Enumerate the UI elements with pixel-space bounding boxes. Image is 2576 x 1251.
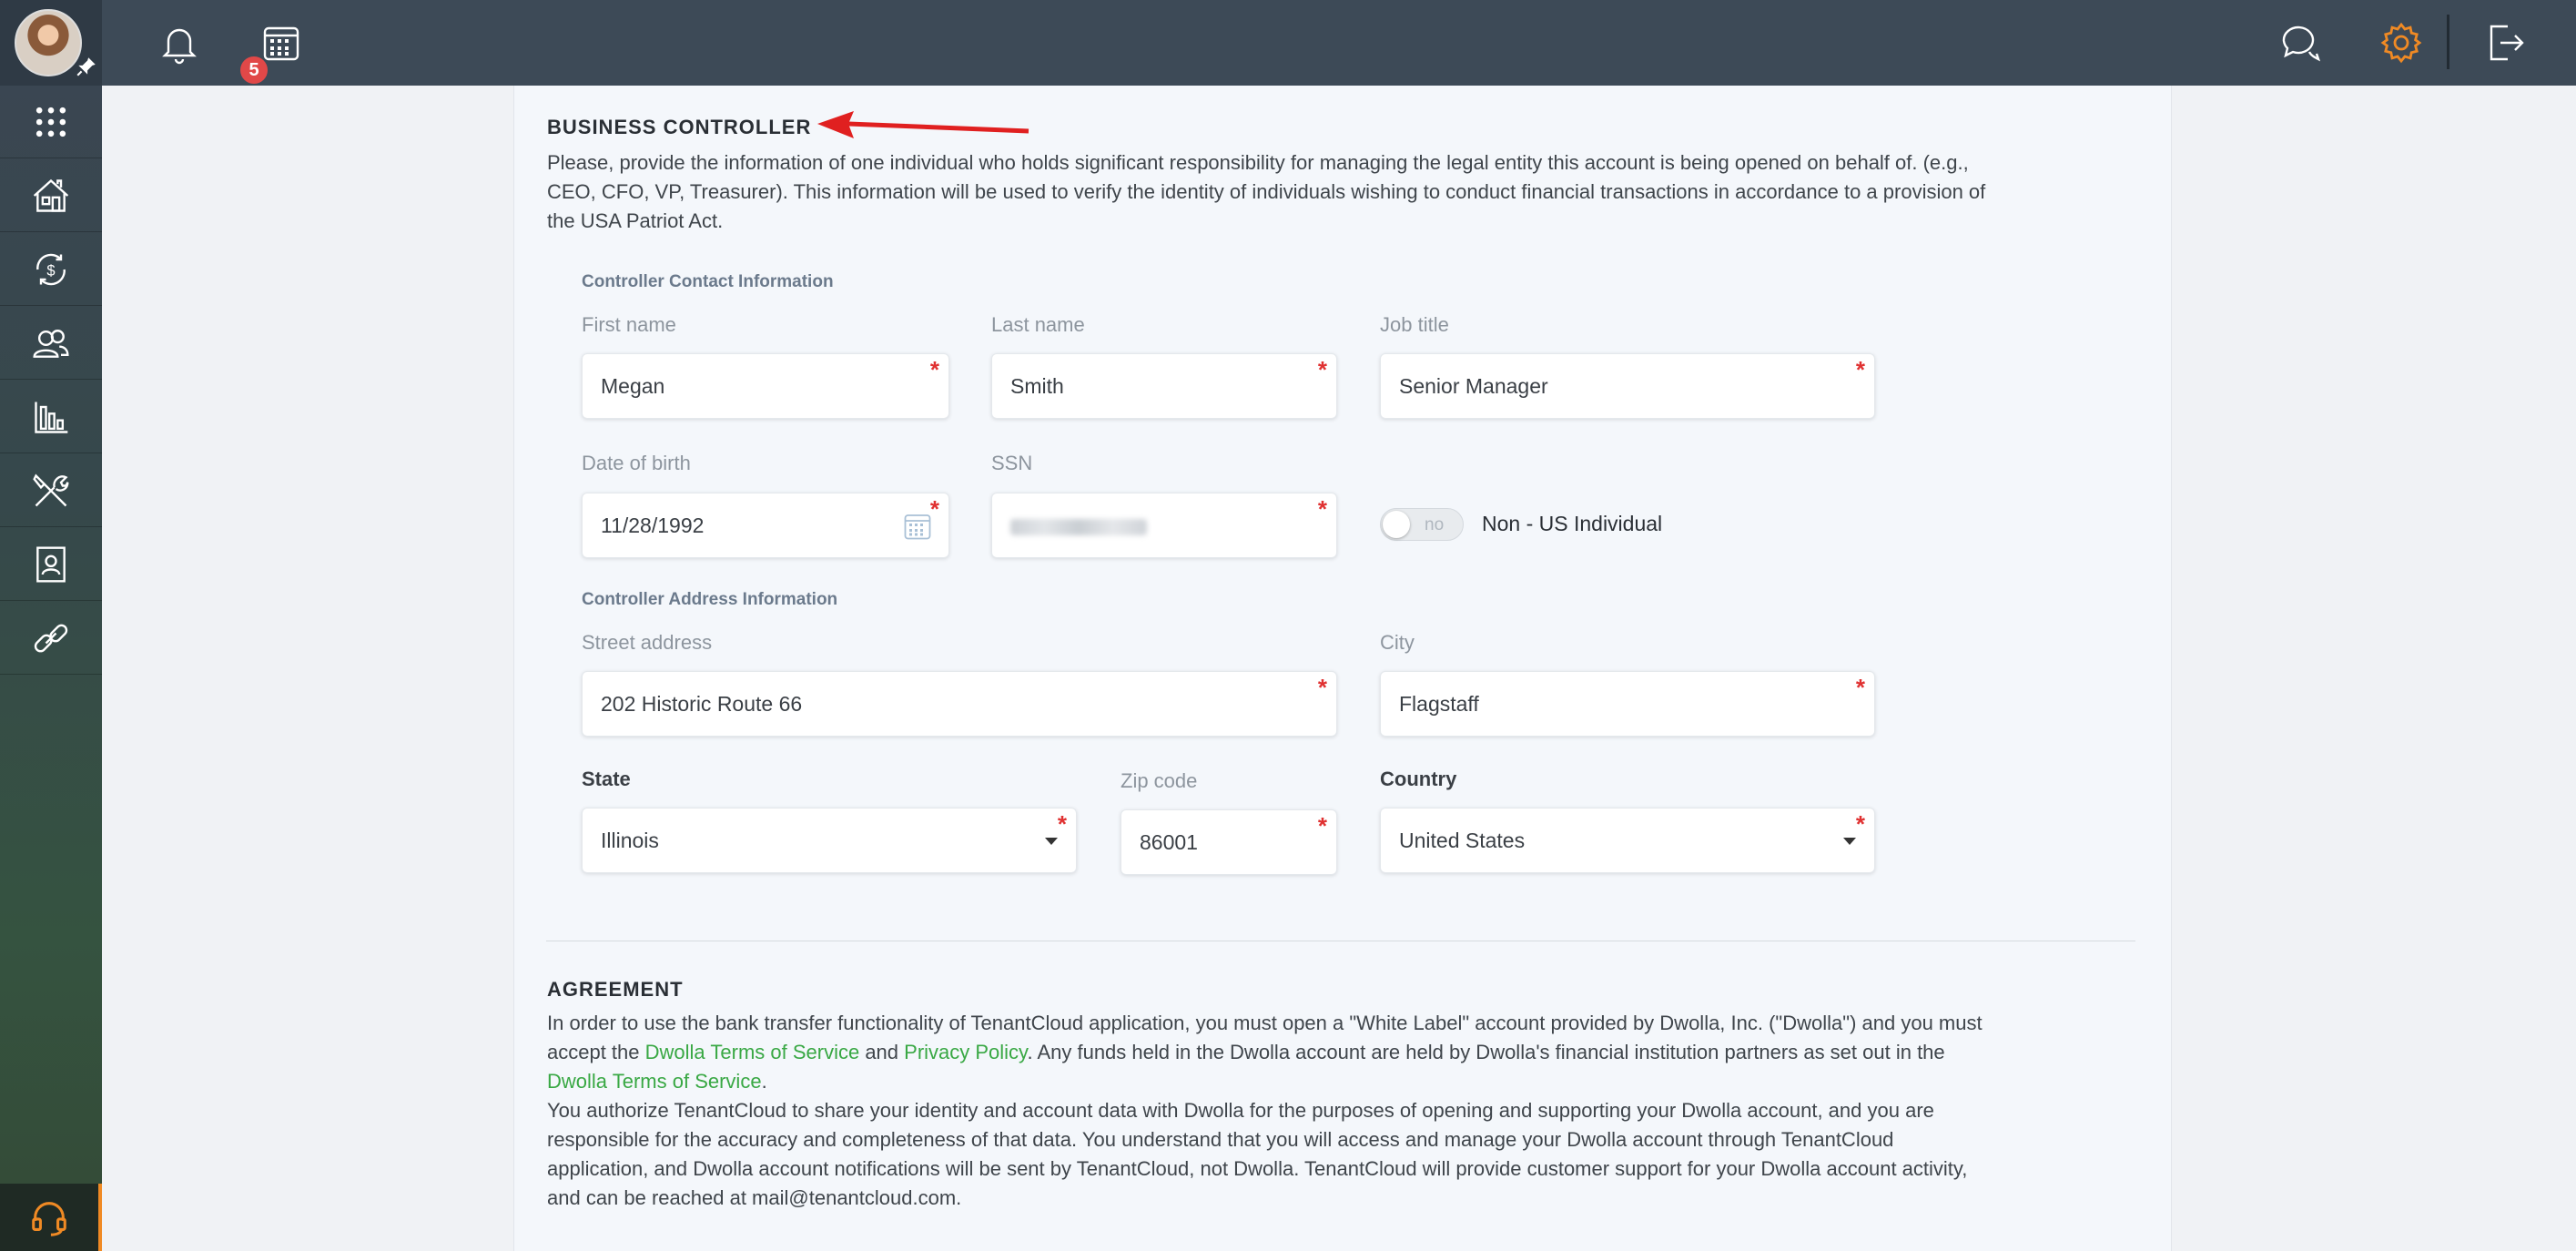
settings-button[interactable]	[2373, 15, 2429, 71]
dwolla-terms-link-2[interactable]: Dwolla Terms of Service	[547, 1070, 762, 1093]
required-marker: *	[1855, 356, 1865, 383]
required-marker: *	[929, 356, 939, 383]
apps-grid-icon	[35, 107, 66, 137]
state-label: State	[582, 768, 631, 790]
last-name-label: Last name	[991, 313, 1085, 336]
country-label: Country	[1380, 768, 1457, 790]
required-marker: *	[1317, 495, 1327, 523]
dwolla-terms-link[interactable]: Dwolla Terms of Service	[645, 1041, 860, 1063]
avatar[interactable]	[15, 9, 82, 76]
support-button[interactable]	[0, 1184, 102, 1251]
avatar-area	[0, 0, 102, 86]
toggle-knob	[1383, 511, 1410, 538]
sidebar-item-properties[interactable]	[0, 159, 102, 232]
logout-button[interactable]	[2476, 15, 2532, 71]
agreement-text: In order to use the bank transfer functi…	[547, 1012, 1983, 1209]
address-info-heading: Controller Address Information	[582, 590, 838, 609]
street-label: Street address	[582, 631, 713, 654]
logout-icon	[2490, 25, 2524, 61]
applicants-icon	[36, 545, 66, 583]
ssn-label: SSN	[991, 452, 1033, 474]
state-select[interactable]: Illinois *	[582, 808, 1077, 873]
required-marker: *	[929, 495, 939, 523]
gear-icon	[2380, 22, 2422, 64]
accounting-icon: $	[36, 253, 66, 285]
contact-info-heading: Controller Contact Information	[582, 272, 834, 291]
country-select[interactable]: United States *	[1380, 808, 1875, 873]
business-controller-title: BUSINESS CONTROLLER	[547, 116, 812, 138]
sidebar-item-link[interactable]	[0, 602, 102, 675]
calendar-button[interactable]	[253, 15, 309, 71]
link-icon	[34, 624, 68, 652]
chat-icon	[2282, 25, 2321, 62]
first-name-label: First name	[582, 313, 676, 336]
maintenance-icon	[33, 473, 69, 506]
annotation-arrow	[817, 111, 1029, 138]
sidebar-item-maintenance[interactable]	[0, 454, 102, 527]
privacy-policy-link[interactable]: Privacy Policy	[904, 1041, 1027, 1063]
reports-icon	[35, 402, 68, 433]
non-us-label: Non - US Individual	[1482, 512, 1663, 535]
sidebar-item-reports[interactable]	[0, 381, 102, 453]
messages-button[interactable]	[2272, 15, 2328, 71]
sidebar: $	[0, 0, 102, 1251]
topbar-divider	[2447, 15, 2449, 69]
required-marker: *	[1057, 810, 1067, 838]
required-marker: *	[1317, 356, 1327, 383]
topbar: 5	[102, 0, 2576, 86]
ssn-field[interactable]: *	[991, 493, 1337, 558]
dob-label: Date of birth	[582, 452, 691, 474]
business-controller-description: Please, provide the information of one i…	[547, 151, 1986, 232]
calendar-icon[interactable]	[901, 510, 934, 543]
city-field[interactable]: Flagstaff *	[1380, 671, 1875, 737]
pin-icon[interactable]	[75, 55, 98, 78]
sidebar-item-apps[interactable]	[0, 86, 102, 158]
bell-icon	[162, 28, 197, 65]
calendar-icon	[263, 26, 299, 61]
zip-field[interactable]: 86001 *	[1121, 809, 1337, 875]
last-name-field[interactable]: Smith *	[991, 353, 1337, 419]
required-marker: *	[1317, 812, 1327, 839]
chevron-down-icon	[1045, 838, 1058, 845]
job-title-label: Job title	[1380, 313, 1449, 336]
sidebar-item-users[interactable]	[0, 307, 102, 380]
notifications-button[interactable]: 5	[151, 15, 269, 86]
svg-text:$: $	[46, 262, 55, 279]
street-field[interactable]: 202 Historic Route 66 *	[582, 671, 1337, 737]
sidebar-item-applicants[interactable]	[0, 528, 102, 601]
job-title-field[interactable]: Senior Manager *	[1380, 353, 1875, 419]
users-icon	[33, 329, 69, 358]
zip-label: Zip code	[1121, 769, 1198, 792]
agreement-title: AGREEMENT	[547, 978, 684, 1001]
properties-icon	[33, 178, 69, 212]
required-marker: *	[1855, 674, 1865, 701]
city-label: City	[1380, 631, 1415, 654]
required-marker: *	[1317, 674, 1327, 701]
ssn-masked-value	[1010, 519, 1147, 535]
first-name-field[interactable]: Megan *	[582, 353, 949, 419]
chevron-down-icon	[1843, 838, 1856, 845]
dob-field[interactable]: 11/28/1992 *	[582, 493, 949, 558]
non-us-toggle[interactable]: no	[1380, 508, 1464, 541]
headset-icon	[32, 1202, 66, 1236]
required-marker: *	[1855, 810, 1865, 838]
sidebar-item-accounting[interactable]: $	[0, 233, 102, 306]
